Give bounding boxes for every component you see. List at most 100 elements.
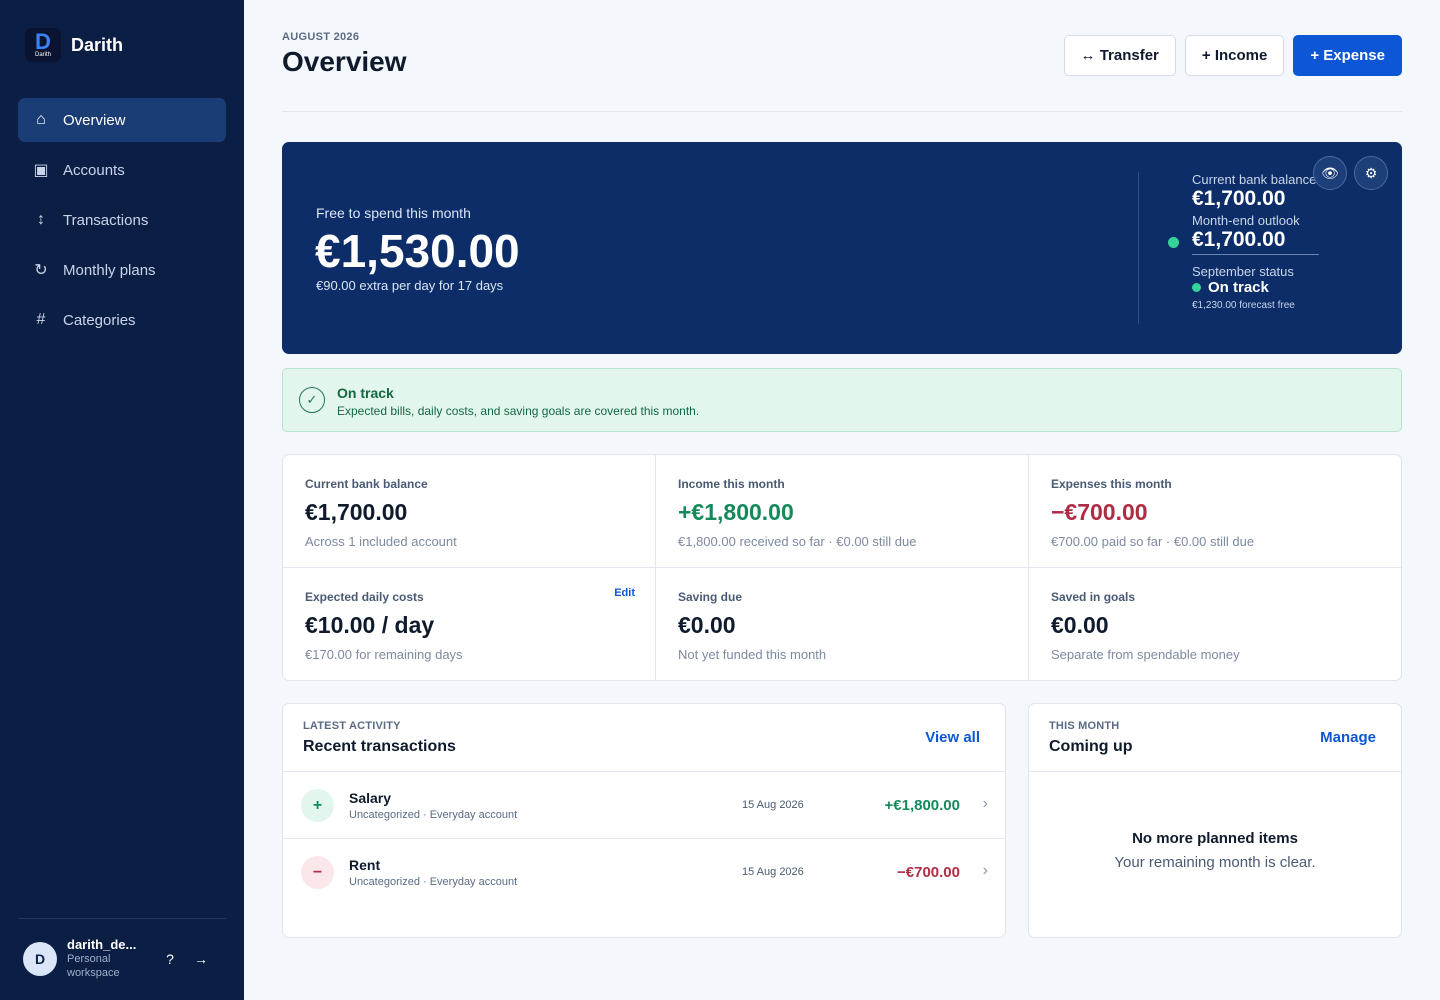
- daily-allowance-text: €90.00 extra per day for 17 days: [316, 278, 504, 293]
- transfer-arrows-icon: ↕: [37, 211, 45, 228]
- transaction-name: Rent: [349, 857, 381, 873]
- brand[interactable]: D Darith Darith: [25, 28, 123, 62]
- spendable-summary-card: Free to spend this month €1,530.00 €90.0…: [282, 142, 1402, 354]
- stat-note: €700.00 paid so far · €0.00 still due: [1051, 534, 1255, 549]
- sidebar: D Darith Darith ⌂ Overview ▣ Accounts ↕ …: [0, 0, 244, 1000]
- transaction-row[interactable]: − Rent Uncategorized · Everyday account …: [283, 839, 1005, 906]
- status-banner: ✓ On track Expected bills, daily costs, …: [282, 368, 1402, 432]
- transaction-amount: +€1,800.00: [884, 797, 961, 814]
- hero-divider: [1138, 172, 1139, 324]
- period-label: AUGUST 2026: [282, 31, 360, 43]
- sidebar-item-label: Categories: [63, 311, 136, 329]
- transaction-row[interactable]: + Salary Uncategorized · Everyday accoun…: [283, 772, 1005, 839]
- eye-icon[interactable]: 👁: [1313, 156, 1347, 190]
- sidebar-item-accounts[interactable]: ▣ Accounts: [18, 148, 226, 192]
- app-logo: D Darith: [25, 28, 61, 62]
- sidebar-item-label: Transactions: [63, 211, 149, 229]
- logo-letter: D: [35, 28, 51, 54]
- refresh-icon: ↻: [34, 262, 48, 279]
- view-all-link[interactable]: View all: [925, 729, 980, 746]
- stat-label: Saved in goals: [1051, 590, 1136, 604]
- hero-balance-summary: Current bank balance €1,700.00 Month-end…: [1168, 172, 1322, 311]
- sidebar-item-transactions[interactable]: ↕ Transactions: [18, 198, 226, 242]
- minus-icon: −: [301, 856, 334, 889]
- banner-title: On track: [337, 385, 394, 401]
- manage-link[interactable]: Manage: [1320, 729, 1376, 746]
- user-name: darith_de...: [67, 937, 137, 952]
- panel-eyebrow: THIS MONTH: [1049, 720, 1120, 732]
- app-name: Darith: [71, 34, 124, 55]
- panel-title: Recent transactions: [303, 738, 456, 755]
- transaction-meta: Uncategorized · Everyday account: [349, 876, 518, 888]
- add-income-button[interactable]: + Income: [1184, 35, 1285, 76]
- stat-value: €0.00: [678, 612, 736, 638]
- chevron-right-icon: ›: [982, 795, 988, 812]
- stat-note: Not yet funded this month: [678, 647, 827, 662]
- workspace-label: Personal workspace: [67, 953, 120, 979]
- stat-label: Expenses this month: [1051, 477, 1172, 491]
- gear-icon[interactable]: ⚙: [1354, 156, 1388, 190]
- transaction-name: Salary: [349, 790, 392, 806]
- add-expense-button[interactable]: + Expense: [1293, 35, 1402, 76]
- free-to-spend-amount: €1,530.00: [315, 225, 520, 277]
- stat-note: Across 1 included account: [305, 534, 457, 549]
- stat-value: €10.00 / day: [305, 612, 435, 638]
- bank-balance-amount: €1,700.00: [1192, 187, 1286, 210]
- recent-transactions-panel: LATEST ACTIVITY Recent transactions View…: [282, 703, 1006, 938]
- user-profile: D darith_de... Personal workspace ? →: [23, 937, 223, 980]
- outlook-row: €1,700.00: [1168, 228, 1319, 255]
- stat-card-daily-costs: Expected daily costs €10.00 / day €170.0…: [283, 568, 656, 680]
- header-actions: ↔ Transfer + Income + Expense: [1055, 35, 1402, 76]
- panel-header: LATEST ACTIVITY Recent transactions View…: [283, 704, 1005, 772]
- next-month-label: September status: [1192, 264, 1294, 279]
- forecast-note: €1,230.00 forecast free: [1192, 300, 1295, 311]
- bank-balance-label: Current bank balance: [1192, 172, 1317, 187]
- transfer-button[interactable]: ↔ Transfer: [1063, 35, 1176, 76]
- sidebar-divider: [18, 918, 226, 919]
- page-title: Overview: [282, 46, 407, 77]
- outlook-label: Month-end outlook: [1192, 213, 1300, 228]
- stat-card-income: Income this month +€1,800.00 €1,800.00 r…: [656, 455, 1029, 568]
- help-icon[interactable]: ?: [162, 951, 178, 967]
- status-dot-icon: [1168, 237, 1179, 248]
- stat-note: €1,800.00 received so far · €0.00 still …: [678, 534, 917, 549]
- logo-wordmark: Darith: [34, 51, 51, 58]
- header-divider: [282, 111, 1402, 112]
- empty-state-text: Your remaining month is clear.: [1114, 854, 1316, 871]
- coming-up-panel: THIS MONTH Coming up Manage No more plan…: [1028, 703, 1402, 938]
- stat-label: Saving due: [678, 590, 743, 604]
- transaction-amount: −€700.00: [897, 864, 960, 881]
- banner-message: Expected bills, daily costs, and saving …: [337, 404, 700, 418]
- edit-daily-costs-link[interactable]: Edit: [614, 587, 635, 599]
- stat-value: €1,700.00: [305, 499, 408, 525]
- home-icon: ⌂: [36, 111, 46, 128]
- logout-arrow-icon[interactable]: →: [193, 951, 209, 967]
- stats-grid: Current bank balance €1,700.00 Across 1 …: [282, 454, 1402, 681]
- check-circle-icon: ✓: [299, 387, 325, 413]
- free-to-spend-label: Free to spend this month: [316, 205, 471, 221]
- stat-value: −€700.00: [1051, 499, 1148, 525]
- stat-note: Separate from spendable money: [1051, 647, 1240, 662]
- stat-value: +€1,800.00: [678, 499, 794, 525]
- hash-icon: #: [36, 311, 46, 328]
- plus-icon: +: [301, 789, 334, 822]
- empty-state-title: No more planned items: [1132, 830, 1298, 847]
- sidebar-item-monthly-plans[interactable]: ↻ Monthly plans: [18, 248, 226, 292]
- avatar[interactable]: D: [23, 941, 57, 976]
- sidebar-item-categories[interactable]: # Categories: [18, 298, 226, 342]
- stat-card-expenses: Expenses this month −€700.00 €700.00 pai…: [1029, 455, 1401, 568]
- panel-eyebrow: LATEST ACTIVITY: [303, 720, 401, 732]
- sidebar-item-label: Overview: [63, 111, 126, 129]
- stat-note: €170.00 for remaining days: [305, 647, 463, 662]
- stat-label: Current bank balance: [305, 477, 428, 491]
- sidebar-item-overview[interactable]: ⌂ Overview: [18, 98, 226, 142]
- outlook-amount: €1,700.00: [1192, 228, 1286, 251]
- stat-card-bank-balance: Current bank balance €1,700.00 Across 1 …: [283, 455, 656, 568]
- stat-value: €0.00: [1051, 612, 1109, 638]
- sidebar-item-label: Monthly plans: [63, 261, 156, 279]
- chevron-right-icon: ›: [982, 862, 988, 879]
- sidebar-item-label: Accounts: [63, 161, 125, 179]
- transaction-date: 15 Aug 2026: [742, 799, 804, 811]
- next-month-status: On track: [1192, 279, 1322, 296]
- user-info: darith_de... Personal workspace: [67, 937, 147, 980]
